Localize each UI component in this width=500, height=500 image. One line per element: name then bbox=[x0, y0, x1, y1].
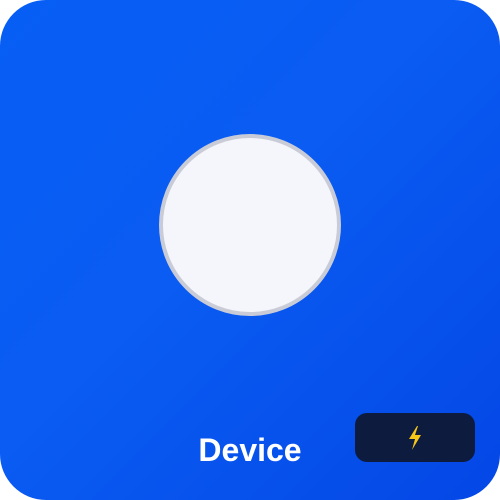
power-badge[interactable] bbox=[355, 413, 475, 462]
lightning-bolt-icon bbox=[409, 425, 421, 450]
device-name-label: Device bbox=[198, 432, 302, 468]
device-tile[interactable]: Device bbox=[0, 0, 500, 500]
device-toggle-knob[interactable] bbox=[159, 134, 341, 316]
